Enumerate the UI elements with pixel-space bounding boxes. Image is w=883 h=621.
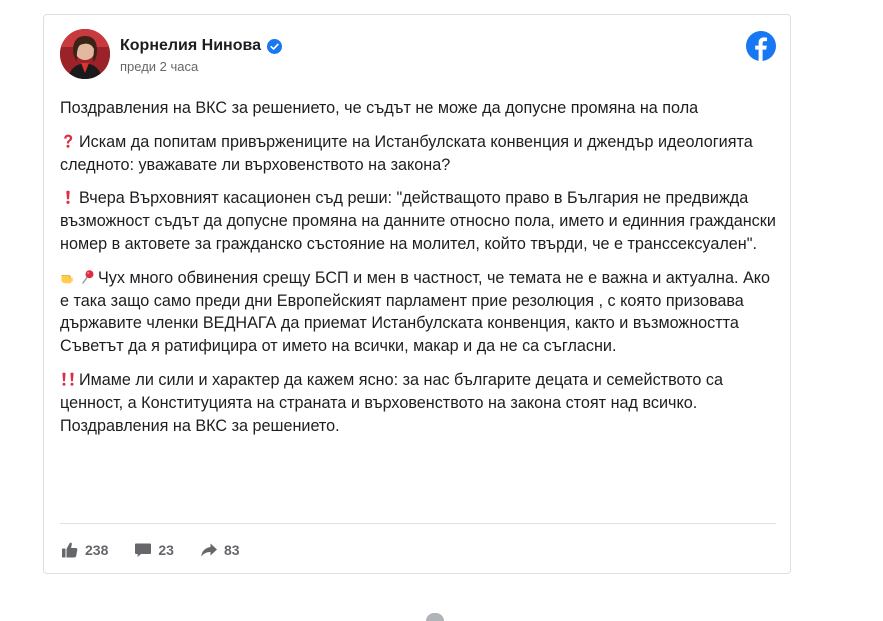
shares-count: 83	[223, 542, 240, 558]
question-mark-icon	[64, 134, 73, 148]
share-button[interactable]: 83	[200, 541, 240, 559]
post-paragraph: Поздравления на ВКС за решението, че съд…	[60, 97, 776, 120]
comments-count: 23	[158, 542, 174, 558]
exclamation-icon	[66, 190, 70, 205]
paragraph-text: Искам да попитам привържениците на Истан…	[60, 132, 753, 174]
comment-button[interactable]: 23	[134, 541, 174, 559]
likes-count: 238	[85, 542, 109, 558]
pushpin-icon	[82, 269, 94, 284]
share-arrow-icon	[201, 543, 217, 557]
post-body: Поздравления на ВКС за решението, че съд…	[60, 97, 776, 448]
facebook-logo-icon[interactable]	[746, 31, 776, 61]
double-exclamation-icon	[62, 372, 74, 386]
post-paragraph: Чух много обвинения срещу БСП и мен в ча…	[60, 267, 776, 358]
comment-icon	[135, 543, 152, 557]
post-paragraph: Вчера Върховният касационен съд реши: "д…	[60, 187, 776, 255]
post-paragraph: Имаме ли сили и характер да кажем ясно: …	[60, 369, 776, 437]
verified-badge-icon	[267, 38, 283, 54]
like-button[interactable]: 238	[61, 541, 108, 559]
paragraph-text: Чух много обвинения срещу БСП и мен в ча…	[60, 268, 771, 356]
paragraph-text: Вчера Върховният касационен съд реши: "д…	[60, 189, 776, 253]
author-avatar[interactable]	[60, 29, 110, 79]
author-name[interactable]: Корнелия Нинова	[120, 37, 283, 55]
facebook-post-card: Корнелия Нинова преди 2 часа Поздравлени…	[43, 14, 791, 574]
post-header: Корнелия Нинова преди 2 часа	[60, 29, 776, 81]
author-name-text[interactable]: Корнелия Нинова	[120, 37, 261, 55]
scroll-indicator	[426, 613, 444, 621]
post-actions-bar: 238 23 83	[61, 540, 240, 560]
post-timestamp[interactable]: преди 2 часа	[120, 59, 198, 74]
paragraph-text: Имаме ли сили и характер да кажем ясно: …	[60, 370, 723, 435]
post-paragraph: Искам да попитам привържениците на Истан…	[60, 131, 776, 177]
thumbs-up-icon	[62, 542, 78, 558]
footer-divider	[60, 523, 776, 524]
pointing-hand-icon	[61, 275, 73, 283]
paragraph-text: Поздравления на ВКС за решението, че съд…	[60, 99, 699, 117]
